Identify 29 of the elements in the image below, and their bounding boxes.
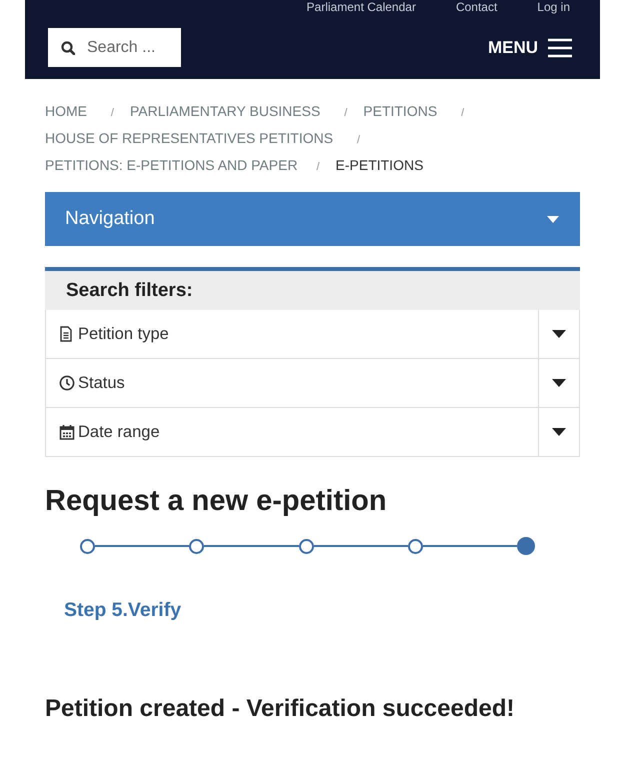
caret-icon bbox=[551, 427, 567, 437]
caret-icon bbox=[546, 214, 560, 224]
top-link[interactable]: Contact bbox=[456, 0, 498, 15]
menu-icon bbox=[548, 38, 572, 58]
breadcrumb-separator: / bbox=[356, 133, 360, 148]
breadcrumb-link[interactable]: PETITIONS: E-PETITIONS AND PAPER bbox=[45, 157, 298, 173]
breadcrumb-separator: / bbox=[110, 106, 114, 121]
calendar-icon bbox=[59, 424, 75, 440]
breadcrumb-link[interactable]: HOME bbox=[45, 103, 87, 119]
step-label: Step 5.Verify bbox=[64, 599, 182, 622]
breadcrumb-separator: / bbox=[461, 106, 464, 121]
caret-icon bbox=[551, 329, 567, 339]
menu-button[interactable]: MENU bbox=[488, 38, 572, 58]
wizard-title: Request a new e-petition bbox=[45, 484, 388, 519]
clock-icon bbox=[59, 375, 75, 391]
navigation-toggle[interactable]: Navigation bbox=[45, 192, 580, 246]
breadcrumb-separator: / bbox=[344, 106, 348, 121]
result-message: Petition created - Verification succeeded! bbox=[45, 695, 516, 723]
breadcrumb-link[interactable]: E-PETITIONS bbox=[336, 157, 424, 173]
top-link[interactable]: Parliament Calendar bbox=[306, 0, 416, 15]
breadcrumb-link[interactable]: PETITIONS bbox=[363, 103, 438, 119]
filters-title: Search filters: bbox=[45, 271, 580, 310]
breadcrumb-separator: / bbox=[316, 160, 320, 175]
breadcrumb-link[interactable]: HOUSE OF REPRESENTATIVES PETITIONS bbox=[45, 130, 334, 146]
search-field[interactable]: Search ... bbox=[48, 28, 181, 67]
search-icon bbox=[61, 41, 75, 55]
caret-icon bbox=[551, 378, 567, 388]
breadcrumb-link[interactable]: PARLIAMENTARY BUSINESS bbox=[130, 103, 320, 119]
top-link[interactable]: Log in bbox=[537, 0, 570, 15]
